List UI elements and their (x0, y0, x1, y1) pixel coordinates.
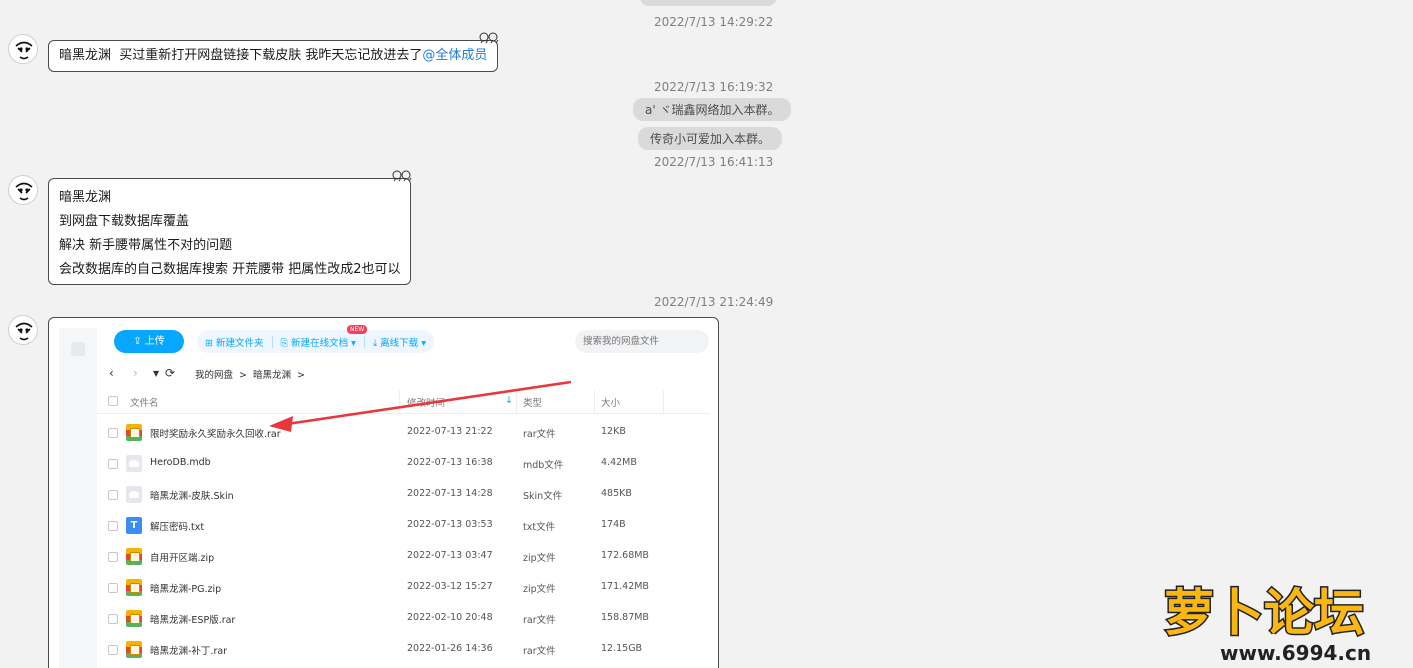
message-line: 到网盘下载数据库覆盖 (59, 214, 190, 229)
avatar[interactable] (8, 34, 38, 64)
message-line: 解决 新手腰带属性不对的问题 (59, 238, 233, 253)
bubble-decoration-icon (479, 32, 499, 44)
timestamp: 2022/7/13 16:19:32 (654, 80, 774, 94)
system-message: 传奇小可爱加入本群。 (638, 127, 783, 150)
message-text: 暗黑龙渊 买过重新打开网盘链接下载皮肤 我昨天忘记放进去了@全体成员 (59, 48, 488, 63)
chat-bubble[interactable]: 暗黑龙渊 到网盘下载数据库覆盖 解决 新手腰带属性不对的问题 会改数据库的自己数… (48, 170, 412, 285)
svg-text:www.6994.cn: www.6994.cn (1220, 641, 1371, 665)
message-sender: 暗黑龙渊 (59, 190, 112, 205)
avatar[interactable] (8, 175, 38, 205)
netdisk-screenshot: ⇪ 上传 ⊞ 新建文件夹 ⎘ 新建在线文档 ▾ NEW ⤓ 离线下载 ▾ ‹ ›… (59, 325, 710, 668)
system-message-top: ... (640, 0, 777, 6)
timestamp: 2022/7/13 21:24:49 (654, 295, 774, 309)
chat-bubble[interactable]: 暗黑龙渊 买过重新打开网盘链接下载皮肤 我昨天忘记放进去了@全体成员 (48, 32, 499, 72)
netdisk-sidebar (59, 328, 97, 668)
system-message: a' ヾ瑞鑫网络加入本群。 (633, 98, 792, 121)
netdisk-main: ⇪ 上传 ⊞ 新建文件夹 ⎘ 新建在线文档 ▾ NEW ⤓ 离线下载 ▾ ‹ ›… (97, 325, 710, 668)
svg-text:萝卜论坛: 萝卜论坛 (1164, 584, 1364, 642)
avatar[interactable] (8, 315, 38, 345)
timestamp: 2022/7/13 16:41:13 (654, 155, 774, 169)
message-line: 会改数据库的自己数据库搜索 开荒腰带 把属性改成2也可以 (59, 262, 401, 277)
annotation-arrow (269, 380, 572, 432)
mention-all-link[interactable]: @全体成员 (422, 48, 487, 63)
image-message[interactable]: ⇪ 上传 ⊞ 新建文件夹 ⎘ 新建在线文档 ▾ NEW ⤓ 离线下载 ▾ ‹ ›… (48, 317, 719, 668)
more-icon (71, 342, 85, 356)
bubble-decoration-icon (392, 170, 412, 182)
timestamp: 2022/7/13 14:29:22 (654, 15, 774, 29)
site-watermark-logo: 萝卜论坛 www.6994.cn (1163, 583, 1372, 666)
